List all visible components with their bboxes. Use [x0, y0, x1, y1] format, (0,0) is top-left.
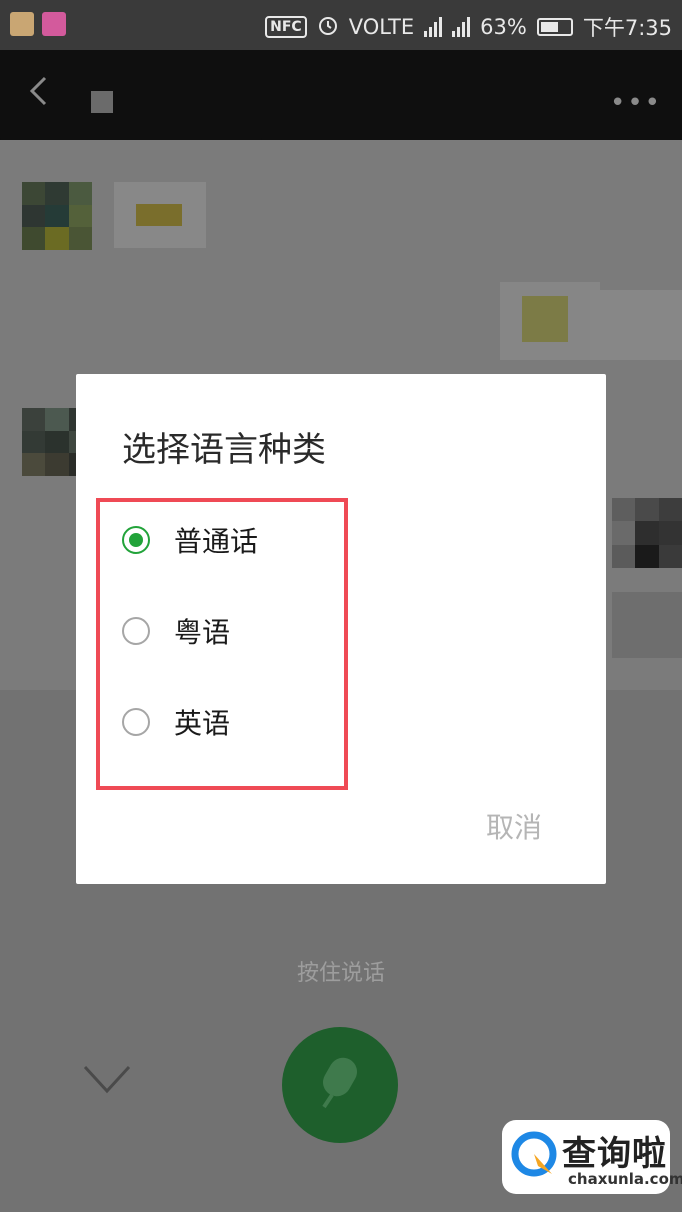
clock: 下午7:35: [582, 16, 672, 40]
more-options-icon[interactable]: •••: [610, 88, 662, 118]
status-bar: NFC VOLTE 63% 下午7:35: [0, 0, 682, 50]
hold-to-talk-hint: 按住说话: [296, 961, 385, 986]
back-arrow-icon[interactable]: [28, 76, 48, 106]
shield-app-icon: [10, 12, 34, 36]
annotation-highlight-box: [96, 498, 348, 790]
microphone-icon: [322, 1057, 357, 1109]
avatar: [22, 182, 92, 250]
battery-percent: 63%: [480, 15, 527, 39]
watermark-logo: 查询啦 chaxunla.com: [502, 1120, 682, 1194]
watermark-brand-cn: 查询啦: [562, 1134, 667, 1174]
signal-2-icon: [452, 17, 471, 37]
search-q-icon: [511, 1131, 557, 1177]
contact-name-redacted: [91, 91, 113, 113]
alarm-icon: [317, 14, 339, 41]
signal-1-icon: [424, 17, 443, 37]
chevron-down-icon[interactable]: [83, 1063, 131, 1097]
watermark-brand-en: chaxunla.com: [568, 1170, 682, 1188]
cancel-button[interactable]: 取消: [486, 806, 542, 846]
message-bubble: [500, 282, 600, 360]
message-bubble: [590, 290, 682, 360]
dialog-title: 选择语言种类: [122, 430, 326, 470]
message-bubble: [612, 592, 682, 658]
nfc-indicator: NFC: [265, 16, 307, 38]
avatar: [612, 498, 682, 568]
battery-icon: [536, 18, 573, 36]
hold-to-talk-button[interactable]: [282, 1027, 398, 1143]
volte-indicator: VOLTE: [348, 15, 415, 39]
message-bubble: [114, 182, 206, 248]
camera-app-icon: [42, 12, 66, 36]
